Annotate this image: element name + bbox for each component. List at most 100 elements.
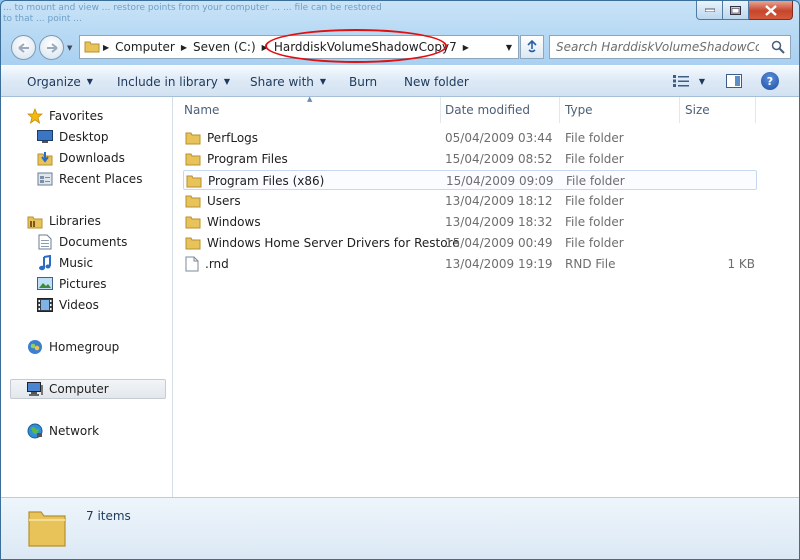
maximize-button[interactable] [723, 1, 749, 20]
content-area: Favorites Desktop Downloads Recent Place… [1, 95, 799, 497]
column-header-label: Size [685, 103, 710, 117]
breadcrumb-chevron-icon[interactable]: ▶ [100, 43, 112, 52]
organize-button[interactable]: Organize ▼ [27, 66, 93, 97]
file-name: PerfLogs [207, 131, 259, 145]
sidebar-item-computer[interactable]: Computer [10, 379, 166, 399]
column-divider[interactable] [679, 97, 680, 123]
file-row-selected[interactable]: Program Files (x86) 15/04/2009 09:09 Fil… [183, 170, 757, 190]
folder-icon [185, 131, 201, 145]
sidebar-item-downloads[interactable]: Downloads [37, 148, 125, 168]
include-label: Include in library [117, 74, 218, 89]
explorer-window: ... to mount and view ... restore points… [0, 0, 800, 560]
breadcrumb-computer[interactable]: Computer [112, 36, 178, 58]
minimize-button[interactable] [696, 1, 723, 20]
refresh-button[interactable] [520, 35, 544, 59]
file-size [684, 171, 756, 191]
help-button[interactable]: ? [759, 70, 781, 92]
back-button[interactable] [11, 35, 36, 60]
details-pane: 7 items [1, 497, 799, 559]
column-header-size[interactable]: Size [685, 97, 755, 123]
file-type: File folder [565, 194, 624, 208]
downloads-folder-icon [37, 150, 53, 166]
file-size [683, 149, 755, 169]
file-name: Windows [207, 215, 261, 229]
sidebar-label: Libraries [49, 214, 101, 228]
close-button[interactable] [749, 1, 793, 20]
share-with-button[interactable]: Share with ▼ [250, 66, 326, 97]
chevron-down-icon: ▼ [223, 77, 231, 86]
sidebar-item-network[interactable]: Network [27, 421, 99, 441]
include-in-library-button[interactable]: Include in library ▼ [117, 66, 230, 97]
share-label: Share with [250, 74, 314, 89]
recent-pages-dropdown[interactable]: ▼ [67, 44, 72, 52]
help-icon: ? [761, 72, 779, 90]
sidebar-item-desktop[interactable]: Desktop [37, 127, 109, 147]
address-bar[interactable]: ▶ Computer ▶ Seven (C:) ▶ HarddiskVolume… [79, 35, 519, 59]
breadcrumb-shadowcopy[interactable]: HarddiskVolumeShadowCopy7 [271, 36, 460, 58]
column-divider[interactable] [440, 97, 441, 123]
file-name: .rnd [205, 257, 229, 271]
file-size [683, 128, 755, 148]
chevron-down-icon: ▼ [319, 77, 327, 86]
breadcrumb-chevron-icon[interactable]: ▶ [259, 43, 271, 52]
sidebar-item-pictures[interactable]: Pictures [37, 274, 107, 294]
maximize-icon [730, 5, 741, 15]
column-divider[interactable] [755, 97, 756, 123]
refresh-icon [527, 40, 537, 53]
sidebar-label: Pictures [59, 277, 107, 291]
new-folder-button[interactable]: New folder [404, 66, 469, 97]
file-icon [185, 256, 199, 272]
file-row[interactable]: .rnd 13/04/2009 19:19 RND File 1 KB [183, 254, 757, 274]
breadcrumb-chevron-icon[interactable]: ▶ [178, 43, 190, 52]
background-window-text: ... to mount and view ... restore points… [3, 3, 382, 24]
address-dropdown-icon[interactable]: ▼ [500, 36, 518, 58]
file-size [683, 233, 755, 253]
music-note-icon [37, 255, 53, 271]
file-row[interactable]: Program Files 15/04/2009 08:52 File fold… [183, 149, 757, 169]
file-date: 15/04/2009 09:09 [446, 174, 554, 188]
file-date: 13/04/2009 19:19 [445, 257, 553, 271]
preview-pane-icon [726, 74, 742, 88]
forward-button[interactable] [39, 35, 64, 60]
navigation-row: ▼ ▶ Computer ▶ Seven (C:) ▶ HarddiskVolu… [1, 33, 799, 61]
large-folder-icon [27, 506, 67, 551]
sidebar-item-music[interactable]: Music [37, 253, 93, 273]
burn-button[interactable]: Burn [349, 66, 377, 97]
chevron-down-icon: ▼ [698, 76, 706, 86]
search-icon[interactable] [771, 40, 785, 57]
file-size [683, 212, 755, 232]
column-header-label: Date modified [445, 103, 531, 117]
sort-ascending-icon: ▲ [307, 95, 313, 103]
search-box[interactable] [549, 35, 791, 59]
file-date: 15/04/2009 00:49 [445, 236, 553, 250]
sidebar-item-homegroup[interactable]: Homegroup [27, 337, 119, 357]
sidebar-item-videos[interactable]: Videos [37, 295, 99, 315]
folder-icon [84, 39, 100, 56]
recent-places-icon [37, 171, 53, 187]
navigation-pane: Favorites Desktop Downloads Recent Place… [1, 97, 173, 497]
breadcrumb-chevron-icon[interactable]: ▶ [460, 43, 472, 52]
column-divider[interactable] [559, 97, 560, 123]
search-input[interactable] [550, 36, 765, 58]
file-row[interactable]: Windows Home Server Drivers for Restore … [183, 233, 757, 253]
sidebar-label: Videos [59, 298, 99, 312]
star-icon [27, 108, 43, 124]
column-header-type[interactable]: Type [565, 97, 677, 123]
desktop-icon [37, 129, 53, 145]
sidebar-item-favorites[interactable]: Favorites [27, 106, 103, 126]
file-row[interactable]: PerfLogs 05/04/2009 03:44 File folder [183, 128, 757, 148]
sidebar-item-libraries[interactable]: Libraries [27, 211, 101, 231]
column-header-date[interactable]: Date modified [445, 97, 559, 123]
forward-arrow-icon [46, 42, 58, 53]
preview-pane-button[interactable] [723, 70, 745, 92]
sidebar-item-recent-places[interactable]: Recent Places [37, 169, 142, 189]
file-row[interactable]: Users 13/04/2009 18:12 File folder [183, 191, 757, 211]
sidebar-item-documents[interactable]: Documents [37, 232, 127, 252]
file-row[interactable]: Windows 13/04/2009 18:32 File folder [183, 212, 757, 232]
computer-icon [27, 381, 43, 397]
change-view-button[interactable]: ▼ [667, 70, 711, 92]
libraries-icon [27, 213, 43, 229]
file-date: 13/04/2009 18:12 [445, 194, 553, 208]
breadcrumb-drive[interactable]: Seven (C:) [190, 36, 259, 58]
folder-icon [185, 236, 201, 250]
